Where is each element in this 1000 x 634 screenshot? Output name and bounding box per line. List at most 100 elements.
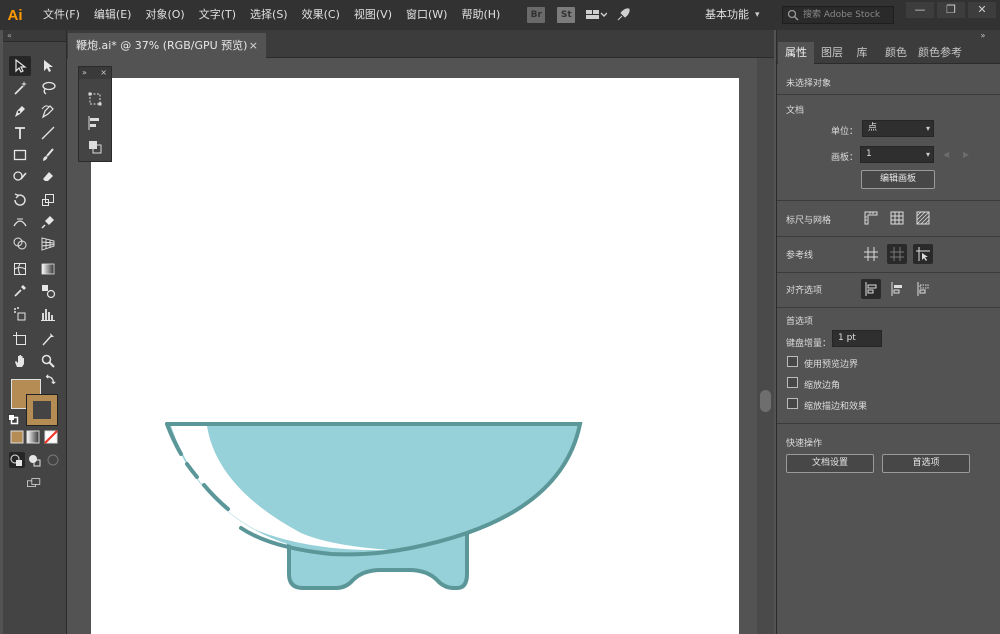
zoom-icon[interactable]	[37, 351, 59, 371]
rotate-icon[interactable]	[9, 190, 31, 210]
canvas-area[interactable]	[67, 58, 757, 634]
close-window-button[interactable]: ✕	[968, 2, 996, 18]
vertical-scrollbar[interactable]	[757, 58, 774, 634]
direct-selection-tool-icon[interactable]	[37, 56, 59, 76]
grid-icon[interactable]	[887, 208, 907, 228]
menu-object[interactable]: 对象(O)	[138, 0, 191, 30]
tab-properties[interactable]: 属性	[778, 42, 814, 64]
none-mode-icon[interactable]	[43, 429, 59, 445]
transparency-grid-icon[interactable]	[913, 208, 933, 228]
artboard-select[interactable]: 1 ▾	[860, 146, 934, 163]
shaper-icon[interactable]	[9, 166, 31, 186]
document-setup-button[interactable]: 文档设置	[786, 454, 874, 473]
preferences-section-title: 首选项	[786, 317, 814, 327]
menu-edit[interactable]: 编辑(E)	[87, 0, 139, 30]
draw-inside-icon[interactable]	[45, 452, 61, 468]
menu-effect[interactable]: 效果(C)	[295, 0, 347, 30]
mesh-icon[interactable]	[9, 259, 31, 279]
bowl-artwork[interactable]	[91, 78, 739, 634]
scale-strokes-effects-checkbox[interactable]	[787, 398, 798, 409]
pen-icon[interactable]	[9, 101, 31, 121]
draw-normal-icon[interactable]	[9, 452, 25, 468]
tab-libraries[interactable]: 库	[851, 42, 873, 64]
document-tab[interactable]: 鞭炮.ai* @ 37% (RGB/GPU 预览) ×	[68, 33, 266, 58]
width-icon[interactable]	[9, 212, 31, 232]
stroke-color-swatch[interactable]	[26, 394, 58, 426]
align-icon[interactable]	[87, 115, 103, 131]
menu-help[interactable]: 帮助(H)	[454, 0, 507, 30]
menu-view[interactable]: 视图(V)	[347, 0, 399, 30]
gradient-icon[interactable]	[37, 259, 59, 279]
stock-search-input[interactable]: 搜索 Adobe Stock	[782, 6, 894, 24]
unit-select[interactable]: 点 ▾	[862, 120, 934, 137]
stock-button[interactable]: St	[557, 7, 576, 23]
bridge-button[interactable]: Br	[527, 7, 546, 23]
tab-color-guide[interactable]: 颜色参考	[915, 42, 965, 64]
default-fill-stroke-icon[interactable]	[7, 413, 19, 425]
maximize-button[interactable]: ❐	[937, 2, 965, 18]
line-icon[interactable]	[37, 123, 59, 143]
chevron-down-icon[interactable]: ▾	[755, 10, 760, 20]
close-icon[interactable]: ×	[249, 33, 258, 58]
draw-behind-icon[interactable]	[27, 452, 43, 468]
menu-file[interactable]: 文件(F)	[36, 0, 87, 30]
align-to-key-object-icon[interactable]	[887, 279, 907, 299]
divider	[777, 236, 1000, 237]
change-screen-mode-icon[interactable]	[23, 474, 45, 492]
align-options-label: 对齐选项	[786, 286, 823, 296]
next-artboard-icon[interactable]: ▶	[963, 150, 969, 159]
transform-icon[interactable]	[87, 91, 103, 107]
rectangle-icon[interactable]	[9, 145, 31, 165]
paintbrush-icon[interactable]	[37, 145, 59, 165]
menu-window[interactable]: 窗口(W)	[399, 0, 454, 30]
artboard-icon[interactable]	[9, 329, 31, 349]
align-to-selection-icon[interactable]	[861, 279, 881, 299]
scrollbar-thumb[interactable]	[760, 390, 771, 412]
previous-artboard-icon[interactable]: ◀	[943, 150, 949, 159]
show-guides-icon[interactable]	[861, 244, 881, 264]
column-graph-icon[interactable]	[37, 304, 59, 324]
preferences-button[interactable]: 首选项	[882, 454, 970, 473]
panel-collapse-icon[interactable]: «	[3, 30, 66, 42]
puppet-warp-icon[interactable]	[37, 212, 59, 232]
collapse-panel-icon[interactable]: »	[973, 30, 993, 42]
divider	[777, 94, 1000, 95]
type-icon[interactable]	[9, 123, 31, 143]
eyedropper-icon[interactable]	[9, 281, 31, 301]
curvature-icon[interactable]	[37, 101, 59, 121]
keyboard-increment-input[interactable]: 1 pt	[832, 330, 882, 347]
symbol-sprayer-icon[interactable]	[9, 304, 31, 324]
pathfinder-icon[interactable]	[87, 139, 103, 155]
mini-panel-header[interactable]: » ×	[79, 67, 111, 79]
align-to-artboard-icon[interactable]	[913, 279, 933, 299]
swap-fill-stroke-icon[interactable]	[43, 373, 57, 387]
edit-artboards-button[interactable]: 编辑画板	[861, 170, 935, 189]
lasso-icon[interactable]	[37, 78, 59, 98]
perspective-grid-icon[interactable]	[37, 234, 59, 254]
close-icon[interactable]: ×	[100, 67, 107, 79]
minimize-button[interactable]: —	[906, 2, 934, 18]
ruler-icon[interactable]	[861, 208, 881, 228]
smart-guides-icon[interactable]	[913, 244, 933, 264]
scale-icon[interactable]	[37, 190, 59, 210]
tab-color[interactable]: 颜色	[881, 42, 911, 64]
workspace-switcher[interactable]: 基本功能	[705, 0, 749, 30]
gradient-mode-icon[interactable]	[25, 429, 41, 445]
blend-icon[interactable]	[37, 281, 59, 301]
use-preview-bounds-checkbox[interactable]	[787, 356, 798, 367]
menu-select[interactable]: 选择(S)	[243, 0, 295, 30]
scale-corners-checkbox[interactable]	[787, 377, 798, 388]
artboard[interactable]	[91, 78, 739, 634]
shape-builder-icon[interactable]	[9, 234, 31, 254]
tab-layers[interactable]: 图层	[817, 42, 847, 64]
magic-wand-icon[interactable]	[9, 78, 31, 98]
menu-type[interactable]: 文字(T)	[192, 0, 243, 30]
eraser-icon[interactable]	[37, 166, 59, 186]
selection-tool-icon[interactable]	[9, 56, 31, 76]
slice-icon[interactable]	[37, 329, 59, 349]
hand-icon[interactable]	[9, 351, 31, 371]
arrange-documents-icon[interactable]	[585, 7, 608, 23]
color-mode-icon[interactable]	[9, 429, 25, 445]
lock-guides-icon[interactable]	[887, 244, 907, 264]
gpu-performance-icon[interactable]	[615, 7, 637, 23]
